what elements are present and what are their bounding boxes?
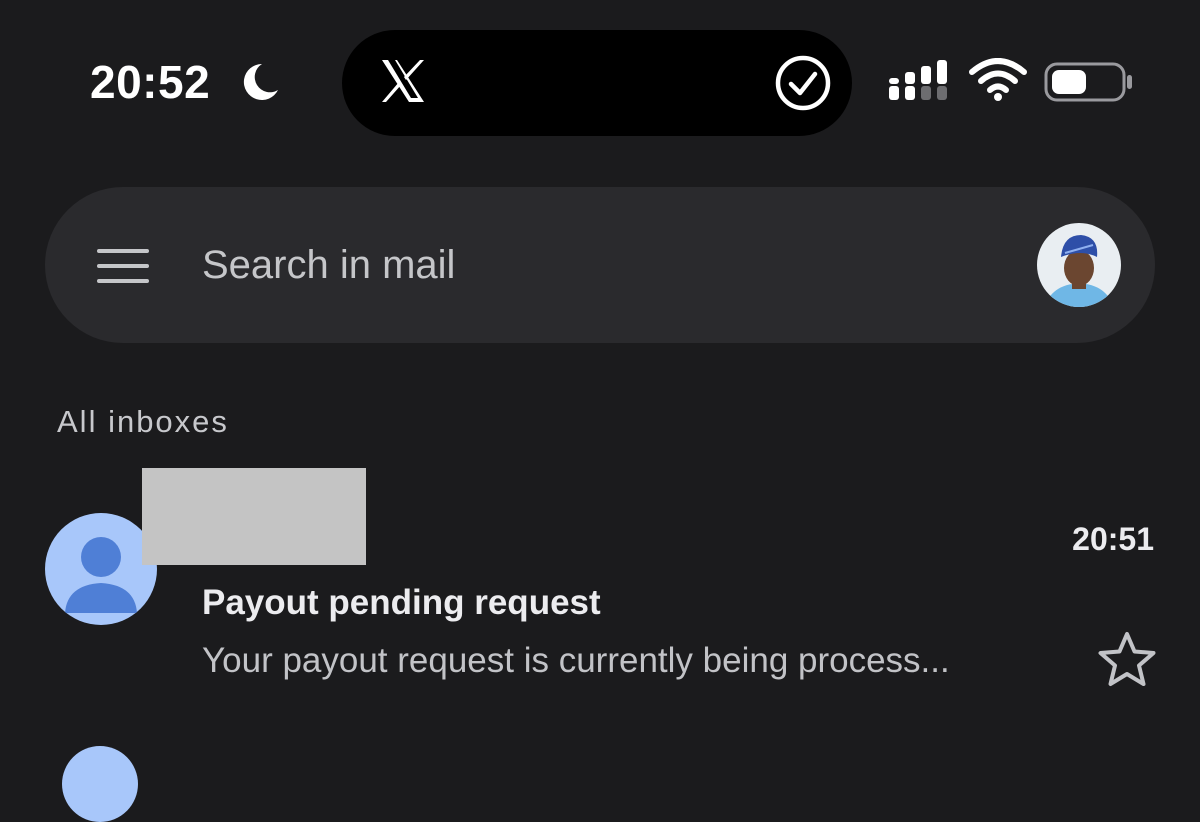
sender-avatar[interactable] <box>45 513 157 625</box>
search-input[interactable]: Search in mail <box>202 237 455 293</box>
wifi-icon <box>969 58 1027 101</box>
dynamic-island[interactable] <box>342 30 852 136</box>
status-bar-time: 20:52 <box>90 56 211 108</box>
hamburger-menu-icon[interactable] <box>97 247 149 285</box>
section-label: All inboxes <box>57 404 229 439</box>
account-avatar[interactable] <box>1037 223 1121 307</box>
cellular-signal-icon <box>889 60 947 100</box>
email-row[interactable]: nding 20:51 Payout pending request Your … <box>0 460 1200 710</box>
email-time: 20:51 <box>1072 521 1154 557</box>
account-photo-icon <box>1037 223 1121 307</box>
moon-icon <box>243 63 278 100</box>
search-bar[interactable]: Search in mail <box>45 187 1155 343</box>
check-circle-icon <box>775 55 831 111</box>
battery-icon <box>1044 62 1132 102</box>
email-snippet: Your payout request is currently being p… <box>202 641 950 680</box>
star-icon[interactable] <box>1096 630 1158 688</box>
x-logo-icon <box>382 60 424 102</box>
redaction-box <box>142 468 366 565</box>
next-sender-avatar[interactable] <box>62 746 138 822</box>
email-subject: Payout pending request <box>202 583 601 622</box>
person-icon <box>65 537 137 613</box>
